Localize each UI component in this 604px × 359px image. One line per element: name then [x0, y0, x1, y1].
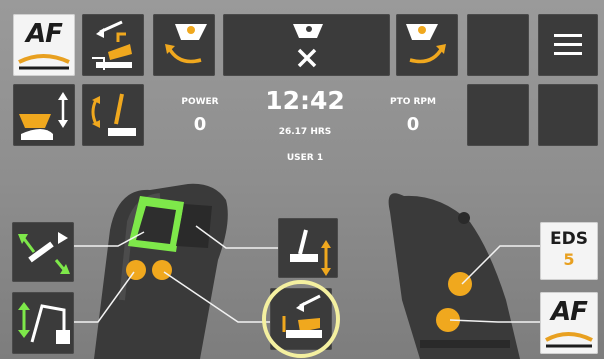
joystick-orange-button-left	[126, 260, 146, 280]
hitch-control-button[interactable]	[278, 218, 338, 278]
highlight-ring	[262, 280, 340, 358]
front-loader-icon	[18, 302, 70, 344]
terrain-line-icon	[545, 332, 593, 348]
joystick-orange-button-right	[152, 260, 172, 280]
eds-label: EDS	[550, 229, 588, 249]
eds-value: 5	[563, 250, 575, 269]
tractor-display-screen: AF POWER 0 12:42 26.17 HRS USER 1 PTO RP…	[0, 0, 604, 359]
shuttle-control-button[interactable]	[12, 222, 74, 282]
hitch-lever-icon	[290, 229, 331, 276]
shuttle-arrows-icon	[18, 232, 70, 274]
eds-button[interactable]: EDS 5	[540, 222, 598, 280]
af-joystick-button[interactable]: AF	[540, 292, 598, 354]
right-joystick-orange-button-top	[448, 272, 472, 296]
front-loader-button[interactable]	[12, 292, 74, 354]
